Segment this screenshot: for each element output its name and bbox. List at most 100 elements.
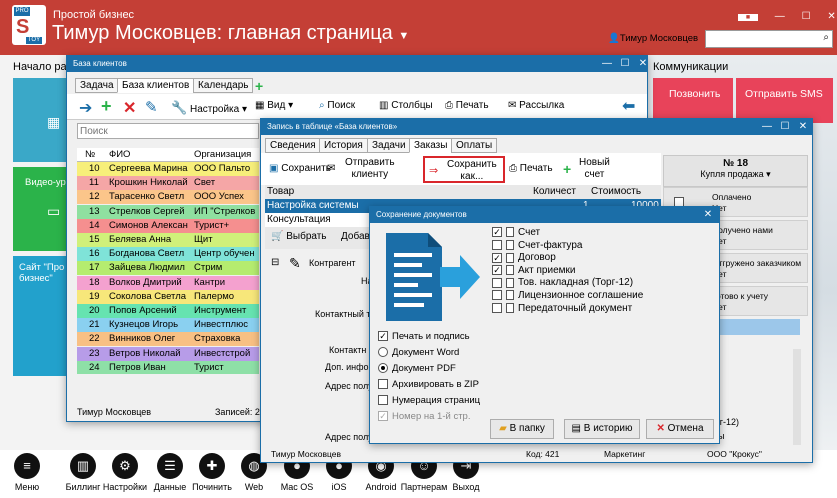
cancel-button[interactable]: ✕ Отмена	[646, 419, 714, 439]
new-invoice-button[interactable]: + Новый счет	[563, 157, 610, 181]
table-row[interactable]: 14 Симонов Алексан Турист+	[77, 218, 259, 233]
print-button[interactable]: ⎙ Печать	[509, 163, 553, 174]
pick-button[interactable]: 🛒 Выбрать	[271, 231, 327, 242]
table-row[interactable]: 17 Зайцева Людмил Стрим	[77, 261, 259, 276]
checkbox-checked[interactable]: ✓	[492, 252, 502, 263]
lock-icon[interactable]: ■	[738, 14, 758, 21]
record-titlebar[interactable]: Запись в таблице «База клиентов» — ☐ ✕	[261, 119, 812, 135]
tab-tasks[interactable]: Задачи	[367, 138, 411, 153]
table-row[interactable]: 20 Попов Арсений Инструмент	[77, 304, 259, 318]
global-search-input[interactable]: ⌕	[705, 30, 833, 48]
back-arrow-icon[interactable]: ⬅	[622, 96, 635, 116]
bottom-menu[interactable]: ≡ Меню	[1, 453, 53, 492]
table-row[interactable]: 21 Кузнецов Игорь Инвестплюс	[77, 318, 259, 333]
tab-clients[interactable]: База клиентов	[117, 78, 195, 93]
tile-video-lessons[interactable]: Видео-ур ▭	[13, 167, 68, 251]
columns-button[interactable]: ▥ Столбцы	[379, 100, 433, 111]
col-org[interactable]: Организация	[194, 149, 251, 160]
table-row[interactable]: 15 Беляева Анна Щит	[77, 233, 259, 247]
tile-call[interactable]: Позвонить	[653, 78, 733, 123]
document-option[interactable]: Лицензионное соглашение	[492, 290, 692, 303]
tile-sms[interactable]: Отправить SMS	[736, 78, 833, 123]
document-option[interactable]: Счет-фактура	[492, 240, 692, 253]
word-option[interactable]: Документ Word	[378, 345, 480, 361]
table-row[interactable]: 12 Тарасенко Светл ООО Успех	[77, 190, 259, 205]
documents-scrollbar[interactable]	[793, 349, 801, 445]
checkbox-unchecked[interactable]	[378, 395, 388, 406]
edit-icon[interactable]: ✎	[145, 98, 158, 116]
tab-calendar[interactable]: Календарь	[193, 78, 254, 93]
table-row[interactable]: 16 Богданова Светл Центр обучен	[77, 247, 259, 262]
title-dropdown-icon[interactable]: ▼	[398, 30, 409, 42]
tab-history[interactable]: История	[319, 138, 368, 153]
mailing-button[interactable]: ✉ Рассылка	[508, 100, 564, 111]
table-row[interactable]: 13 Стрелков Сергей ИП "Стрелков	[77, 204, 259, 219]
view-button[interactable]: ▦ Вид ▾	[255, 100, 293, 111]
numbering-option[interactable]: Нумерация страниц	[378, 393, 480, 409]
tile-left-1[interactable]: ▦	[13, 78, 68, 162]
col-number[interactable]: №	[85, 149, 95, 160]
tab-task[interactable]: Задача	[75, 78, 119, 93]
col-qty[interactable]: Количест	[533, 186, 576, 197]
checkbox-unchecked[interactable]	[378, 379, 388, 390]
radio-unchecked[interactable]	[378, 347, 388, 358]
document-option[interactable]: Тов. накладная (Торг-12)	[492, 277, 692, 290]
minimize-icon[interactable]: —	[775, 11, 785, 22]
to-history-button[interactable]: ▤ В историю	[564, 419, 640, 439]
checkbox-unchecked[interactable]	[492, 302, 502, 313]
page-title[interactable]: Тимур Московцев: главная страница ▼	[52, 22, 409, 45]
maximize-icon[interactable]: ☐	[802, 11, 811, 22]
close-icon[interactable]: ✕	[793, 119, 813, 135]
checkbox-checked[interactable]: ✓	[378, 331, 388, 342]
to-folder-button[interactable]: ▰ В папку	[490, 419, 554, 439]
save-dialog-titlebar[interactable]: Сохранение документов ✕	[370, 207, 719, 223]
tile-site[interactable]: Сайт "Про бизнес"	[13, 256, 68, 376]
print-button[interactable]: ⎙ Печать	[445, 100, 489, 111]
save-button[interactable]: ▣ Сохранить	[269, 163, 331, 174]
document-option[interactable]: ✓ Счет	[492, 227, 692, 240]
maximize-icon[interactable]: ☐	[615, 56, 635, 72]
minimize-icon[interactable]: —	[757, 119, 777, 135]
table-row[interactable]: 18 Волков Дмитрий Кантри	[77, 275, 259, 290]
checkbox-unchecked[interactable]	[492, 277, 502, 288]
search-icon[interactable]: ⌕	[823, 32, 829, 43]
checkbox-checked[interactable]: ✓	[492, 227, 502, 238]
save-as-button[interactable]: ⇒ Сохранить как...	[423, 156, 505, 183]
clients-titlebar[interactable]: База клиентов — ☐ ✕	[67, 56, 647, 72]
collapse-icon[interactable]: ⊟	[271, 257, 279, 268]
clients-search-input[interactable]	[77, 123, 259, 139]
close-icon[interactable]: ✕	[698, 207, 718, 223]
col-cost[interactable]: Стоимость	[591, 186, 641, 197]
zip-option[interactable]: Архивировать в ZIP	[378, 377, 480, 393]
table-row[interactable]: 24 Петров Иван Турист	[77, 360, 259, 374]
settings-button[interactable]: 🔧 Настройка ▾	[171, 100, 247, 116]
add-tab-icon[interactable]: +	[255, 78, 263, 94]
order-type[interactable]: Купля продажа ▾	[664, 169, 807, 180]
pdf-option[interactable]: Документ PDF	[378, 361, 480, 377]
tab-payments[interactable]: Оплаты	[451, 138, 498, 153]
checkbox-unchecked[interactable]	[492, 239, 502, 250]
search-button[interactable]: ⌕ Поиск	[319, 100, 355, 111]
close-icon[interactable]: ✕	[633, 56, 653, 72]
checkbox-unchecked[interactable]	[492, 290, 502, 301]
table-row[interactable]: 22 Винников Олег Страховка	[77, 332, 259, 347]
document-option[interactable]: ✓ Договор	[492, 252, 692, 265]
add-item-button[interactable]: Добав	[341, 231, 370, 242]
table-row[interactable]: 23 Ветров Николай Инвестстрой	[77, 346, 259, 361]
table-row[interactable]: 19 Соколова Светла Палермо	[77, 289, 259, 304]
arrow-right-icon[interactable]: ➔	[79, 98, 92, 118]
delete-icon[interactable]: ✕	[123, 98, 136, 118]
document-option[interactable]: Передаточный документ	[492, 303, 692, 316]
document-option[interactable]: ✓ Акт приемки	[492, 265, 692, 278]
table-row[interactable]: 10 Сергеева Марина ООО Пальто	[77, 162, 259, 176]
add-icon[interactable]: +	[101, 96, 112, 117]
maximize-icon[interactable]: ☐	[775, 119, 795, 135]
close-icon[interactable]: ✕	[827, 11, 835, 22]
col-item[interactable]: Товар	[267, 186, 294, 197]
tab-orders[interactable]: Заказы	[409, 138, 453, 153]
checkbox-checked[interactable]: ✓	[492, 265, 502, 276]
radio-checked[interactable]	[378, 363, 388, 374]
print-sign-option[interactable]: ✓ Печать и подпись	[378, 329, 480, 345]
minimize-icon[interactable]: —	[597, 56, 617, 72]
col-fio[interactable]: ФИО	[109, 149, 130, 160]
